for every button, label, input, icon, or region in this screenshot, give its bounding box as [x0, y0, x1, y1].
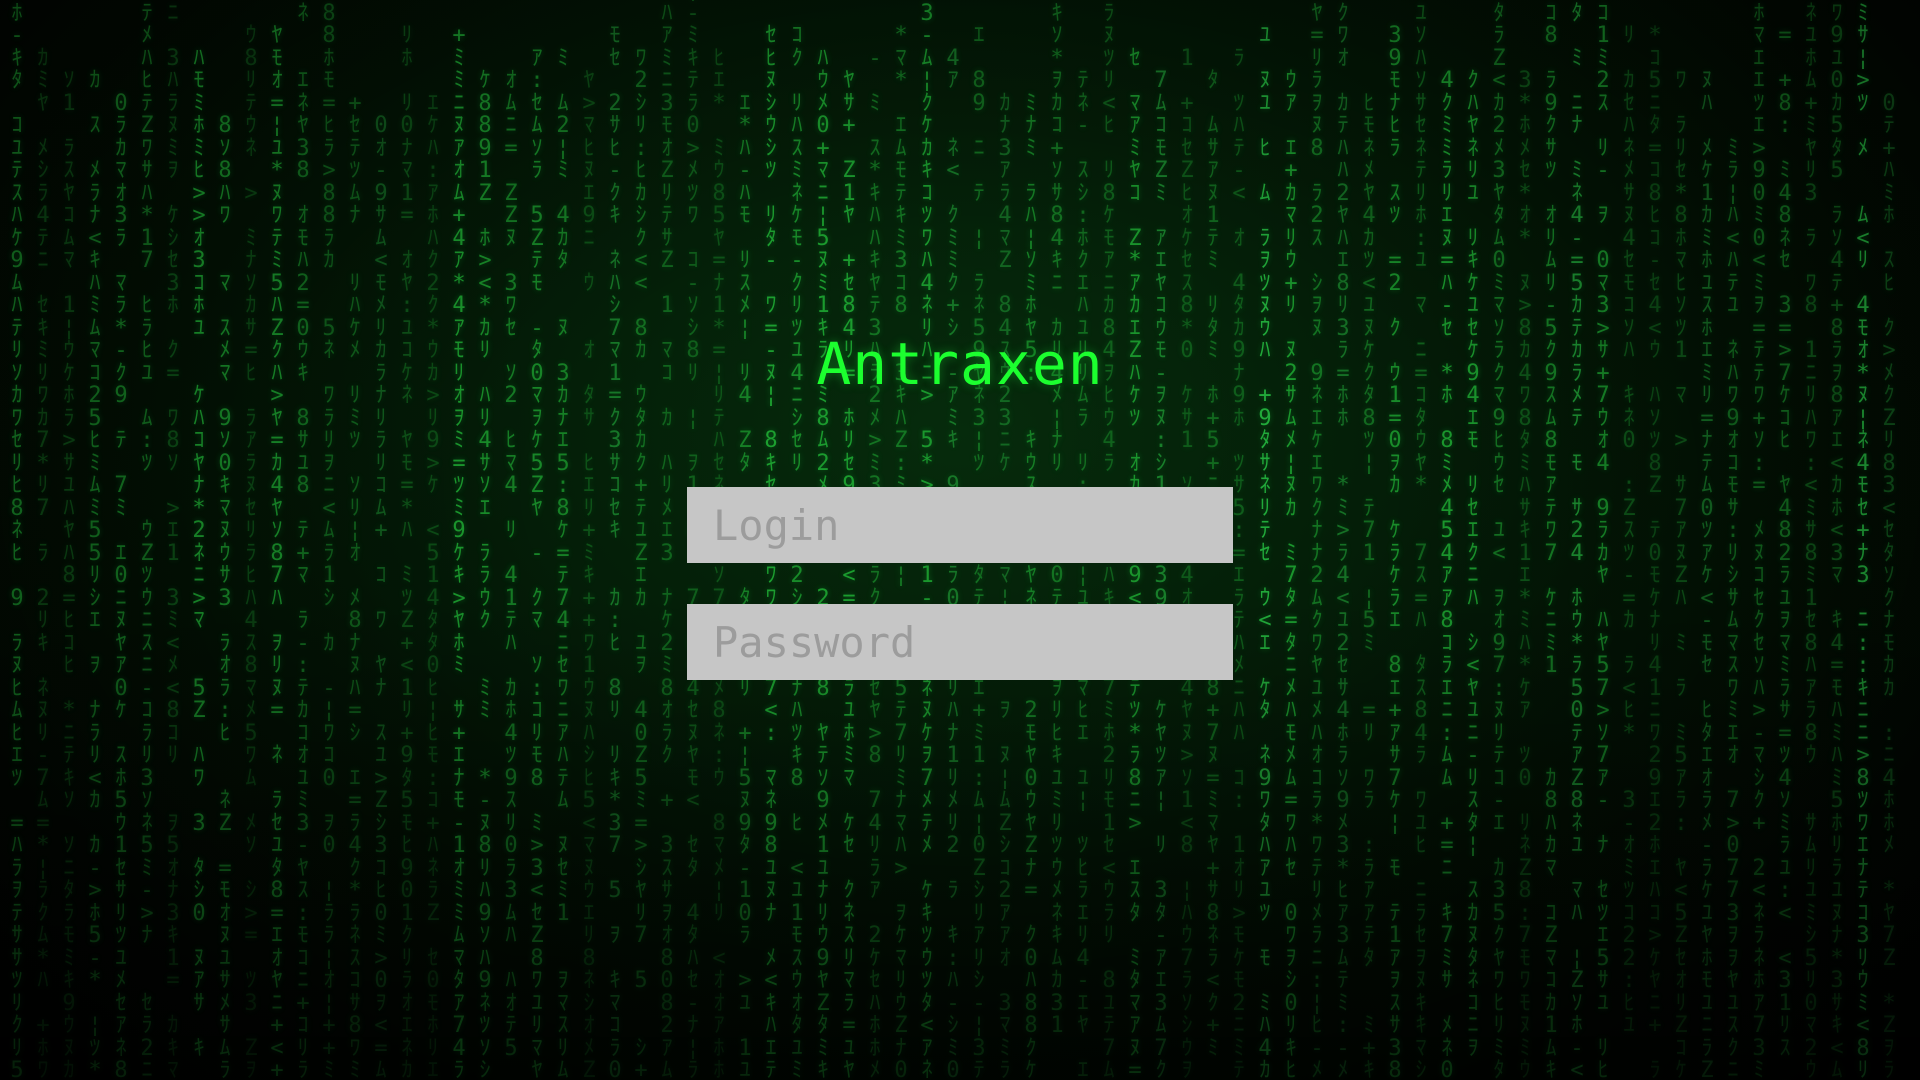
password-input[interactable]	[687, 604, 1233, 680]
login-input[interactable]	[687, 487, 1233, 563]
app-title: Antraxen	[816, 330, 1104, 398]
login-panel: Antraxen	[0, 0, 1920, 1080]
login-screen: ﾘ ﾎ - ｷ ﾀ ｺ ﾕ ﾃ ｽ ﾊ ｹ 9 ﾑ ﾊ ﾃ ﾘ ｿ ｶ ﾜ ｾ …	[0, 0, 1920, 1080]
